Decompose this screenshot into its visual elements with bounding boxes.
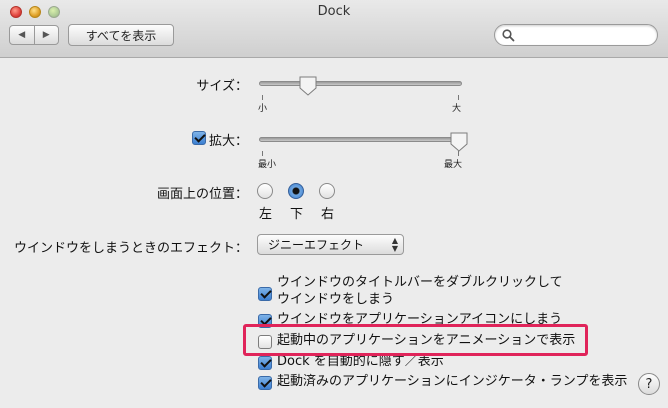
- popup-arrows-icon: ▲ ▼: [391, 236, 398, 253]
- show-indicator-lights-label: 起動済みのアプリケーションにインジケータ・ランプを表示: [277, 374, 628, 389]
- position-option-bottom-label: 下: [290, 207, 304, 222]
- show-all-button[interactable]: すべてを表示: [68, 24, 174, 46]
- position-radio-left[interactable]: [257, 183, 273, 199]
- position-radio-right[interactable]: [319, 183, 335, 199]
- position-option-left-label: 左: [259, 207, 273, 222]
- window-title: Dock: [317, 4, 351, 19]
- magnification-slider-track[interactable]: [259, 137, 462, 142]
- back-arrow-icon[interactable]: ◀: [10, 26, 34, 44]
- search-icon: [502, 29, 515, 42]
- magnification-label: 拡大：: [208, 134, 248, 149]
- double-click-minimize-label-line2: ウインドウをしまう: [277, 292, 395, 307]
- minimize-effect-value: ジニーエフェクト: [268, 238, 365, 252]
- position-radio-bottom[interactable]: [288, 183, 304, 199]
- size-tick-min: [262, 95, 263, 100]
- position-label: 画面上の位置：: [156, 187, 248, 202]
- auto-hide-dock-checkbox[interactable]: [258, 356, 272, 370]
- size-max-label: 大: [452, 104, 462, 114]
- magnification-max-label: 最大: [444, 160, 463, 170]
- auto-hide-dock-label: Dock を自動的に隠す／表示: [277, 354, 444, 369]
- magnification-checkbox[interactable]: [192, 131, 206, 145]
- search-field[interactable]: [494, 24, 658, 46]
- double-click-minimize-label-line1: ウインドウのタイトルバーをダブルクリックして: [277, 275, 563, 290]
- double-click-minimize-checkbox[interactable]: [258, 287, 272, 301]
- magnification-min-label: 最小: [258, 160, 277, 170]
- forward-arrow-icon[interactable]: ▶: [33, 26, 59, 44]
- magnification-slider-knob[interactable]: [450, 132, 468, 152]
- position-option-right-label: 右: [321, 207, 335, 222]
- minimize-effect-popup[interactable]: ジニーエフェクト ▲ ▼: [257, 234, 404, 255]
- size-tick-max: [458, 95, 459, 100]
- help-button[interactable]: ?: [638, 373, 660, 395]
- magnification-tick-min: [262, 151, 263, 156]
- show-indicator-lights-checkbox[interactable]: [258, 376, 272, 390]
- dock-preferences-window: Dock ◀ ▶ すべてを表示 サイズ： 小 大 拡大： 最小 最大 画面上の位…: [0, 0, 668, 408]
- size-slider-track[interactable]: [259, 81, 462, 86]
- size-label: サイズ：: [196, 79, 248, 94]
- back-forward-control: ◀ ▶: [9, 25, 59, 45]
- minimize-effect-label: ウインドウをしまうときのエフェクト：: [13, 241, 248, 256]
- annotation-highlight-box: [243, 324, 588, 356]
- size-slider-knob[interactable]: [299, 76, 317, 96]
- magnification-tick-max: [458, 151, 459, 156]
- size-min-label: 小: [258, 104, 268, 114]
- title-bar: Dock ◀ ▶ すべてを表示: [0, 0, 668, 58]
